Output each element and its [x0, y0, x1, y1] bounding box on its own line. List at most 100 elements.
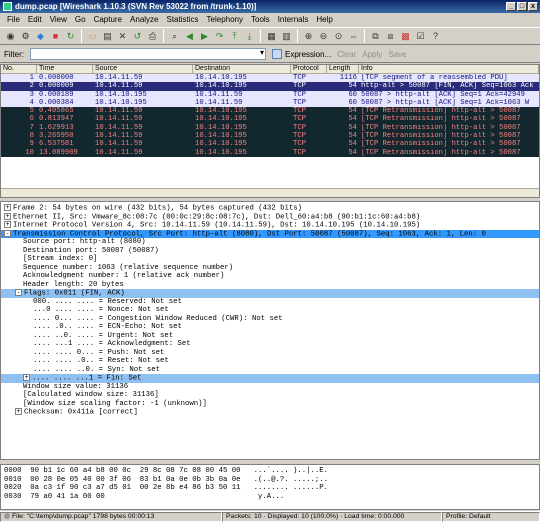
detail-tree-item[interactable]: Source port: http-alt (8080): [1, 238, 539, 247]
close-window-button[interactable]: x: [528, 2, 538, 11]
packet-row[interactable]: 2 0.000009 10.14.11.59 10.14.10.195 TCP 54 htt…: [1, 82, 539, 91]
expand-icon[interactable]: +: [23, 374, 30, 381]
menu-statistics[interactable]: Statistics: [163, 15, 203, 24]
coloring-rules-icon[interactable]: ▩: [398, 29, 413, 43]
expression-button[interactable]: Expression...: [285, 50, 331, 59]
menu-telephony[interactable]: Telephony: [203, 15, 247, 24]
detail-tree-item[interactable]: .... ..0. .... = Urgent: Not set: [1, 332, 539, 341]
first-icon[interactable]: ⤒: [227, 29, 242, 43]
detail-tree-item[interactable]: .... 0... .... = Congestion Window Reduc…: [1, 315, 539, 324]
detail-tree-item[interactable]: + Internet Protocol Version 4, Src: 10.14…: [1, 221, 539, 230]
detail-tree-item[interactable]: + Frame 2: 54 bytes on wire (432 bits), 5…: [1, 204, 539, 213]
col-length-header[interactable]: Length: [327, 65, 359, 73]
last-icon[interactable]: ⤓: [242, 29, 257, 43]
packet-row[interactable]: 7 1.629913 10.14.11.59 10.14.10.195 TCP 54 [TC…: [1, 123, 539, 133]
save-icon[interactable]: ▤: [100, 29, 115, 43]
resize-columns-icon[interactable]: ⇔: [346, 29, 361, 43]
detail-tree-item[interactable]: - Flags: 0x011 (FIN, ACK): [1, 289, 539, 298]
print-icon[interactable]: ⎙: [145, 29, 160, 43]
menu-capture[interactable]: Capture: [90, 15, 126, 24]
clear-button[interactable]: Clear: [337, 50, 356, 59]
capture-filters-icon[interactable]: ⧉: [368, 29, 383, 43]
menu-internals[interactable]: Internals: [274, 15, 313, 24]
detail-tree-item[interactable]: .... .0.. .... = ECN-Echo: Not set: [1, 323, 539, 332]
detail-tree-item[interactable]: +.... .... ...1 = Fin: Set: [1, 374, 539, 383]
detail-tree-item[interactable]: + Ethernet II, Src: Vmware_8c:08:7c (00:0…: [1, 212, 539, 222]
forward-icon[interactable]: ▶: [197, 29, 212, 43]
expand-icon[interactable]: +: [4, 221, 11, 228]
expand-icon[interactable]: +: [4, 204, 11, 211]
menu-help[interactable]: Help: [312, 15, 336, 24]
packet-row[interactable]: 9 6.537581 10.14.11.59 10.14.10.195 TCP 54 [TC…: [1, 140, 539, 149]
filter-expression-icon[interactable]: [272, 49, 282, 59]
zoom-out-icon[interactable]: ⊖: [316, 29, 331, 43]
open-icon[interactable]: ▭: [85, 29, 100, 43]
apply-button[interactable]: Apply: [362, 50, 382, 59]
col-protocol-header[interactable]: Protocol: [291, 65, 327, 73]
detail-tree-item[interactable]: .... ...1 .... = Acknowledgment: Set: [1, 340, 539, 349]
back-icon[interactable]: ◀: [182, 29, 197, 43]
col-destination-header[interactable]: Destination: [193, 65, 291, 73]
detail-tree-item[interactable]: [Calculated window size: 31136]: [1, 391, 539, 400]
start-icon[interactable]: ◆: [33, 29, 48, 43]
display-filters-icon[interactable]: ⧈: [383, 29, 398, 43]
packet-row[interactable]: 4 0.000384 10.14.10.195 10.14.11.59 TCP 60 500…: [1, 98, 539, 108]
col-time-header[interactable]: Time: [37, 65, 93, 73]
detail-tree-item[interactable]: 000. .... .... = Reserved: Not set: [1, 298, 539, 307]
close-icon[interactable]: ✕: [115, 29, 130, 43]
zoom-in-icon[interactable]: ⊕: [301, 29, 316, 43]
detail-tree-item[interactable]: [Window size scaling factor: -1 (unknown…: [1, 400, 539, 409]
menu-edit[interactable]: Edit: [24, 15, 46, 24]
col-info-header[interactable]: Info: [359, 65, 539, 73]
maximize-button[interactable]: □: [517, 2, 527, 11]
packet-list-hscrollbar[interactable]: [1, 188, 539, 197]
detail-tree-item[interactable]: Sequence number: 1063 (relative sequence…: [1, 264, 539, 273]
detail-tree-item[interactable]: + Checksum: 0x411a [correct]: [1, 408, 539, 417]
detail-tree-item[interactable]: Window size value: 31136: [1, 383, 539, 392]
detail-tree-item[interactable]: [Stream index: 0]: [1, 255, 539, 264]
colorize-icon[interactable]: ▦: [264, 29, 279, 43]
menu-analyze[interactable]: Analyze: [126, 15, 162, 24]
detail-tree-item[interactable]: Acknowledgment number: 1 (relative ack n…: [1, 272, 539, 281]
packet-row[interactable]: 8 3.265950 10.14.11.59 10.14.10.195 TCP 54 [TC…: [1, 132, 539, 141]
detail-tree-item[interactable]: .... .... .0.. = Reset: Not set: [1, 357, 539, 366]
col-source-header[interactable]: Source: [93, 65, 193, 73]
status-profile[interactable]: Profile: Default: [442, 512, 540, 522]
display-filter-input[interactable]: [30, 48, 266, 60]
preferences-icon[interactable]: ☑: [413, 29, 428, 43]
packet-row[interactable]: 5 0.405865 10.14.11.59 10.14.10.195 TCP 54 [TC…: [1, 107, 539, 116]
minimize-button[interactable]: _: [506, 2, 516, 11]
expand-icon[interactable]: +: [15, 408, 22, 415]
packet-cell-proto: TCP: [293, 90, 306, 99]
interfaces-icon[interactable]: ◉: [3, 29, 18, 43]
help-icon[interactable]: ?: [428, 29, 443, 43]
expert-info-icon[interactable]: [4, 513, 10, 520]
find-icon[interactable]: ⌕: [167, 29, 182, 43]
restart-icon[interactable]: ↻: [63, 29, 78, 43]
goto-icon[interactable]: ↷: [212, 29, 227, 43]
detail-tree-item[interactable]: - Transmission Control Protocol, Src Port…: [1, 229, 539, 238]
save-filter-button[interactable]: Save: [388, 50, 406, 59]
menu-tools[interactable]: Tools: [247, 15, 274, 24]
normal-size-icon[interactable]: ⊙: [331, 29, 346, 43]
menu-go[interactable]: Go: [71, 15, 90, 24]
packet-row[interactable]: 10 13.089909 10.14.11.59 10.14.10.195 TCP 54 […: [1, 148, 539, 157]
col-no-header[interactable]: No.: [1, 65, 37, 73]
autoscroll-icon[interactable]: ▥: [279, 29, 294, 43]
detail-tree-item[interactable]: .... .... ..0. = Syn: Not set: [1, 366, 539, 375]
menu-file[interactable]: File: [3, 15, 24, 24]
detail-tree-item[interactable]: Destination port: 50087 (50087): [1, 247, 539, 256]
detail-tree-item[interactable]: Header length: 20 bytes: [1, 281, 539, 290]
collapse-icon[interactable]: -: [15, 289, 22, 296]
packet-row[interactable]: 3 0.000189 10.14.10.195 10.14.11.59 TCP 60 500…: [1, 90, 539, 99]
packet-row[interactable]: 1 0.000000 10.14.11.59 10.14.10.195 TCP 1116 […: [1, 74, 539, 83]
stop-icon[interactable]: ■: [48, 29, 63, 43]
options-icon[interactable]: ⚙: [18, 29, 33, 43]
expand-icon[interactable]: +: [4, 212, 11, 220]
packet-row[interactable]: 6 0.813947 10.14.11.59 10.14.10.195 TCP 54 [TC…: [1, 115, 539, 124]
reload-icon[interactable]: ↺: [130, 29, 145, 43]
collapse-icon[interactable]: -: [4, 229, 11, 237]
menu-view[interactable]: View: [46, 15, 71, 24]
detail-tree-item[interactable]: .... .... 0... = Push: Not set: [1, 349, 539, 358]
detail-tree-item[interactable]: ...0 .... .... = Nonce: Not set: [1, 306, 539, 315]
